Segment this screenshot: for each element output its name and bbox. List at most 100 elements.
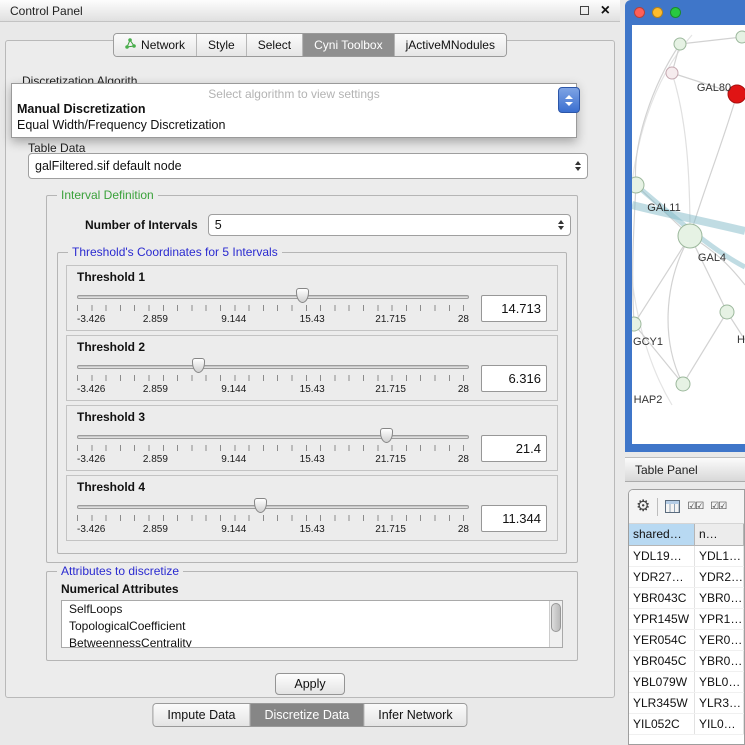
algorithm-combo-arrow-button[interactable] (558, 87, 580, 113)
numerical-attributes-list[interactable]: SelfLoopsTopologicalCoefficientBetweenne… (61, 600, 563, 648)
table-data-combo[interactable]: galFiltered.sif default node (28, 153, 588, 179)
table-header-row: shared… n… (629, 524, 744, 546)
slider-thumb[interactable] (192, 358, 205, 373)
tab-label: Cyni Toolbox (314, 38, 382, 52)
threshold-value-box[interactable]: 21.4 (481, 435, 547, 462)
slider-ticks (77, 375, 469, 381)
popup-item-manual-discretization[interactable]: Manual Discretization (12, 101, 576, 117)
table-cell[interactable]: YER0… (695, 630, 744, 650)
tab-jactivemnodules[interactable]: jActiveMNodules (395, 34, 506, 56)
checkbox-icons[interactable]: ☑☑ (687, 501, 703, 512)
attribute-item[interactable]: SelfLoops (62, 601, 562, 618)
table-cell[interactable]: YBR0… (695, 588, 744, 608)
network-icon (125, 38, 136, 52)
slider-scale-label: 21.715 (375, 384, 406, 395)
table-cell[interactable]: YDR2… (695, 567, 744, 587)
popup-item-equal-width[interactable]: Equal Width/Frequency Discretization (12, 117, 576, 133)
checkbox-icons[interactable]: ☑☑ (710, 501, 726, 512)
slider-thumb[interactable] (296, 288, 309, 303)
table-row[interactable]: YDR27…YDR2… (629, 567, 744, 588)
network-node-gal80[interactable] (666, 67, 678, 79)
table-row[interactable]: YER054CYER0… (629, 630, 744, 651)
tab-infer-network[interactable]: Infer Network (364, 704, 466, 726)
table-cell[interactable]: YLR345W (629, 693, 695, 713)
tab-discretize-data[interactable]: Discretize Data (251, 704, 365, 726)
network-node[interactable] (720, 305, 734, 319)
table-cell[interactable]: YER054C (629, 630, 695, 650)
tab-style[interactable]: Style (197, 34, 247, 56)
network-canvas[interactable]: GAL80 GAL11 GAL4 GCY1 HAP2 H (632, 25, 745, 444)
tab-label: Impute Data (167, 708, 235, 722)
combo-value: galFiltered.sif default node (35, 159, 569, 173)
table-cell[interactable]: YIL052C (629, 714, 695, 734)
table-cell[interactable]: YLR3… (695, 693, 744, 713)
threshold-label: Threshold 3 (77, 410, 547, 426)
tab-network[interactable]: Network (114, 34, 197, 56)
gear-icon[interactable]: ⚙ (636, 499, 650, 515)
slider-track[interactable] (77, 365, 469, 369)
slider-track[interactable] (77, 505, 469, 509)
network-node-hap2[interactable] (676, 377, 690, 391)
thresholds-group: Threshold's Coordinates for 5 Intervals … (57, 252, 567, 554)
tab-impute-data[interactable]: Impute Data (153, 704, 250, 726)
tab-select[interactable]: Select (247, 34, 303, 56)
combo-arrows-icon (569, 161, 581, 171)
network-node[interactable] (736, 31, 745, 43)
network-node-gal11[interactable] (632, 177, 644, 193)
slider-track[interactable] (77, 295, 469, 299)
table-cell[interactable]: YBL0… (695, 672, 744, 692)
table-row[interactable]: YBR043CYBR0… (629, 588, 744, 609)
attributes-group: Attributes to discretize Numerical Attri… (46, 571, 578, 661)
traffic-light-minimize[interactable] (652, 7, 663, 18)
network-node-gcy1[interactable] (632, 317, 641, 331)
control-panel-titlebar: Control Panel × (0, 0, 620, 22)
slider-scale-label: 15.43 (300, 314, 325, 325)
table-row[interactable]: YPR145WYPR1… (629, 609, 744, 630)
threshold-slider[interactable]: -3.4262.8599.14415.4321.71528 (77, 358, 469, 400)
scrollbar-thumb[interactable] (551, 603, 561, 632)
threshold-value-box[interactable]: 6.316 (481, 365, 547, 392)
apply-button[interactable]: Apply (275, 673, 344, 695)
slider-scale-label: 9.144 (221, 314, 246, 325)
attribute-item[interactable]: TopologicalCoefficient (62, 618, 562, 635)
vertical-scrollbar[interactable] (549, 601, 562, 647)
arrow-up-icon (565, 95, 573, 99)
number-of-intervals-combo[interactable]: 5 (208, 214, 571, 236)
table-cell[interactable]: YDL1… (695, 546, 744, 566)
attribute-item[interactable]: BetweennessCentrality (62, 635, 562, 648)
threshold-value-box[interactable]: 11.344 (481, 505, 547, 532)
network-node[interactable] (674, 38, 686, 50)
threshold-slider[interactable]: -3.4262.8599.14415.4321.71528 (77, 288, 469, 330)
table-row[interactable]: YDL19…YDL1… (629, 546, 744, 567)
traffic-light-close[interactable] (634, 7, 645, 18)
table-cell[interactable]: YBL079W (629, 672, 695, 692)
table-cell[interactable]: YBR045C (629, 651, 695, 671)
column-header-shared[interactable]: shared… (629, 524, 695, 545)
slider-track[interactable] (77, 435, 469, 439)
column-header-name[interactable]: n… (695, 524, 744, 545)
table-row[interactable]: YBL079WYBL0… (629, 672, 744, 693)
tab-cyni-toolbox[interactable]: Cyni Toolbox (303, 34, 394, 56)
table-cell[interactable]: YPR1… (695, 609, 744, 629)
table-cell[interactable]: YDR27… (629, 567, 695, 587)
slider-thumb[interactable] (380, 428, 393, 443)
slider-scale-label: 9.144 (221, 524, 246, 535)
float-icon[interactable] (580, 6, 589, 15)
network-node-gal4[interactable] (678, 224, 702, 248)
table-row[interactable]: YLR345WYLR3… (629, 693, 744, 714)
threshold-slider[interactable]: -3.4262.8599.14415.4321.71528 (77, 498, 469, 540)
threshold-value-box[interactable]: 14.713 (481, 295, 547, 322)
table-cell[interactable]: YDL19… (629, 546, 695, 566)
table-row[interactable]: YIL052CYIL0… (629, 714, 744, 735)
slider-thumb[interactable] (254, 498, 267, 513)
close-icon[interactable]: × (601, 5, 610, 17)
table-cell[interactable]: YBR0… (695, 651, 744, 671)
threshold-slider[interactable]: -3.4262.8599.14415.4321.71528 (77, 428, 469, 470)
table-cell[interactable]: YPR145W (629, 609, 695, 629)
table-cell[interactable]: YBR043C (629, 588, 695, 608)
tab-label: Style (208, 38, 235, 52)
columns-icon[interactable] (665, 500, 680, 513)
traffic-light-zoom[interactable] (670, 7, 681, 18)
table-row[interactable]: YBR045CYBR0… (629, 651, 744, 672)
table-cell[interactable]: YIL0… (695, 714, 744, 734)
